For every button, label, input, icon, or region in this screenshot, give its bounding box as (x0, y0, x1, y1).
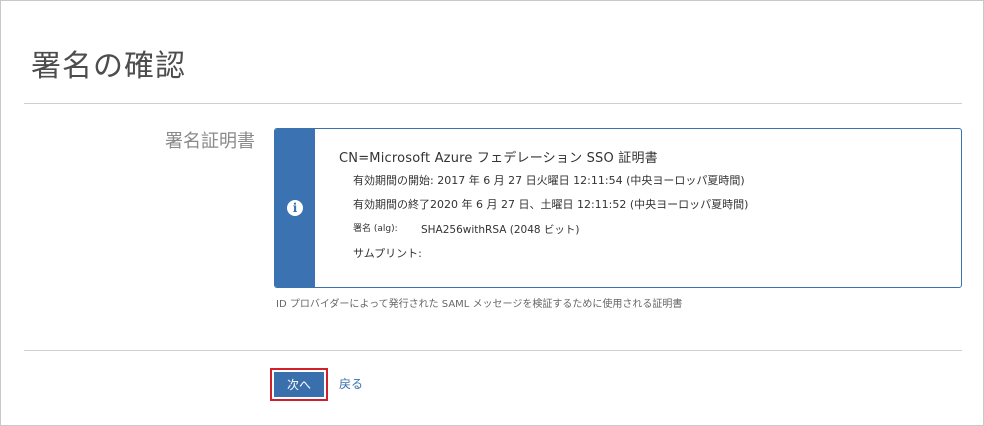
title-divider (24, 103, 962, 104)
certificate-title: CN=Microsoft Azure フェデレーション SSO 証明書 (339, 151, 658, 166)
info-icon: i (287, 200, 303, 216)
actions-divider (24, 350, 962, 351)
back-link[interactable]: 戻る (339, 378, 363, 390)
certificate-helper-text: ID プロバイダーによって発行された SAML メッセージを検証するために使用さ… (276, 299, 683, 310)
signature-certificate-label: 署名証明書 (165, 131, 255, 152)
certificate-valid-from: 有効期間の開始: 2017 年 6 月 27 日火曜日 12:11:54 (中央… (353, 174, 745, 187)
next-button-label: 次へ (274, 372, 324, 397)
page-title: 署名の確認 (31, 49, 186, 84)
certificate-signature-label: 署名 (alg): (353, 224, 398, 234)
next-button[interactable]: 次へ (270, 368, 328, 401)
certificate-info-panel: i CN=Microsoft Azure フェデレーション SSO 証明書 有効… (274, 128, 962, 288)
info-panel-bar: i (275, 129, 315, 287)
certificate-signature-value: SHA256withRSA (2048 ビット) (421, 224, 580, 236)
certificate-valid-to: 有効期間の終了2020 年 6 月 27 日、土曜日 12:11:52 (中央ヨ… (353, 198, 749, 211)
certificate-thumbprint-label: サムプリント: (353, 247, 422, 260)
